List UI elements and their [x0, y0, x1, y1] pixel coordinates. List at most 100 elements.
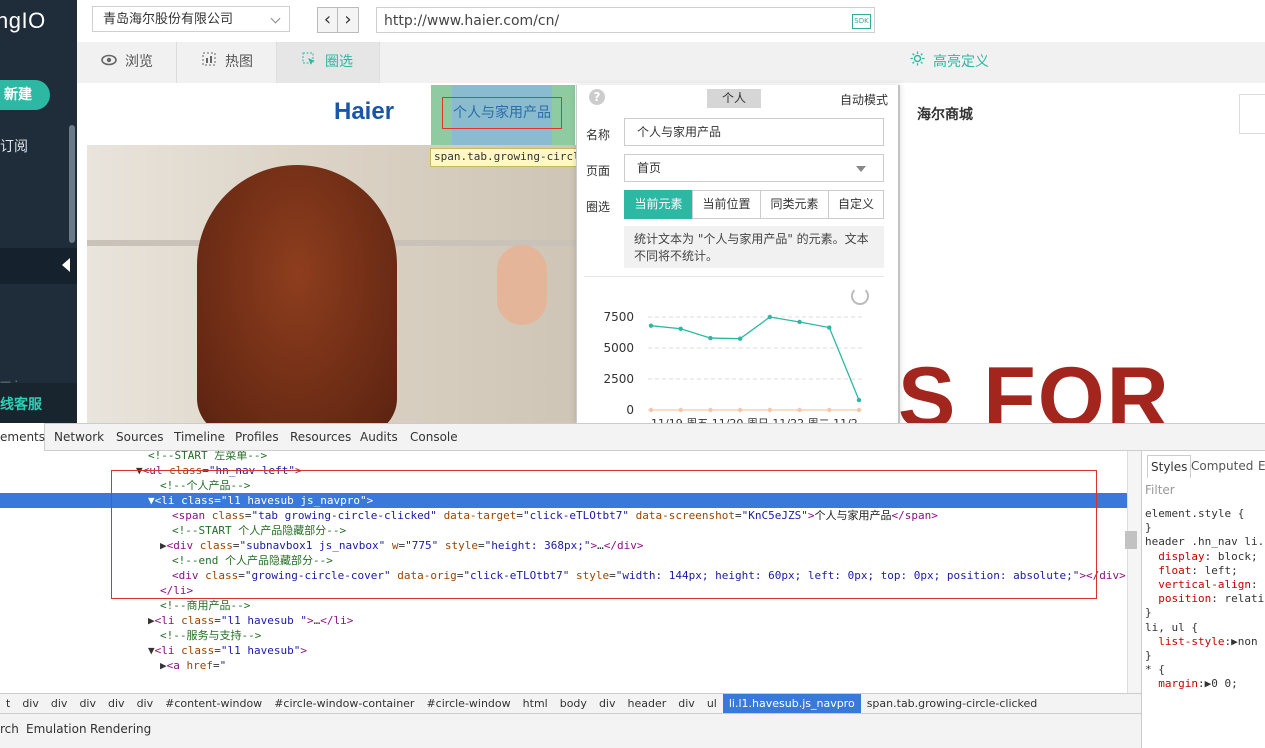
style-rule-line[interactable]: margin:▶0 0;	[1145, 677, 1238, 691]
drawer-tab-rendering[interactable]: Rendering	[90, 722, 151, 736]
breadcrumb-item[interactable]: div	[102, 694, 131, 713]
nav-item-personal-products[interactable]: 个人与家用产品	[442, 97, 562, 129]
breadcrumb-item[interactable]: span.tab.growing-circle-clicked	[861, 694, 1044, 713]
highlight-definitions-toggle[interactable]: 高亮定义	[910, 42, 989, 83]
name-input[interactable]: 个人与家用产品	[624, 118, 884, 146]
dom-node[interactable]: <!--START 左菜单-->	[0, 451, 267, 463]
breadcrumb-item[interactable]: div	[45, 694, 74, 713]
option-custom[interactable]: 自定义	[828, 190, 884, 219]
style-rule-line[interactable]: * {	[1145, 663, 1165, 677]
dom-node[interactable]: <!--商用产品-->	[0, 598, 250, 613]
option-current-element[interactable]: 当前元素	[624, 190, 693, 219]
tab-circle[interactable]: 圈选	[277, 42, 380, 83]
data-point[interactable]	[678, 407, 683, 413]
devtools-tab-console[interactable]: Console	[410, 423, 458, 451]
person-shape	[197, 165, 397, 423]
dom-node[interactable]: <!--服务与支持-->	[0, 628, 261, 643]
data-point[interactable]	[737, 407, 743, 413]
breadcrumb-item[interactable]: #circle-window	[420, 694, 516, 713]
style-rule-line[interactable]: header .hn_nav li.	[1145, 535, 1264, 549]
online-service-link[interactable]: 线客服	[0, 394, 42, 414]
devtools-tab-timeline[interactable]: Timeline	[174, 423, 225, 451]
drawer-tab-search[interactable]: rch	[0, 722, 19, 736]
data-point[interactable]	[737, 336, 743, 341]
breadcrumb: t div div div div div #content-window #circle-w…	[0, 693, 1141, 713]
tab-heatmap[interactable]: 热图	[177, 42, 277, 83]
computed-tab[interactable]: Computed	[1191, 455, 1253, 477]
dom-scroll-thumb[interactable]	[1125, 531, 1137, 549]
y-tick-label: 5000	[603, 341, 634, 355]
breadcrumb-item[interactable]: div	[131, 694, 160, 713]
dom-node[interactable]: ▶<li class="l1 havesub ">…</li>	[0, 613, 353, 628]
data-point[interactable]	[797, 319, 802, 325]
devtools-tab-audits[interactable]: Audits	[360, 423, 398, 451]
data-point[interactable]	[678, 326, 683, 331]
help-icon[interactable]: ?	[589, 89, 605, 105]
dom-node[interactable]: ▼<li class="l1 havesub">	[0, 643, 307, 658]
style-rule-line[interactable]: display: block;	[1145, 550, 1257, 564]
style-rule-line[interactable]: }	[1145, 649, 1152, 663]
breadcrumb-item[interactable]: ul	[701, 694, 723, 713]
tab-browse[interactable]: 浏览	[77, 42, 177, 83]
collapse-arrow-icon[interactable]	[62, 258, 70, 272]
styles-tab[interactable]: Styles	[1147, 455, 1192, 478]
style-rule-line[interactable]: }	[1145, 521, 1152, 535]
data-point[interactable]	[827, 325, 832, 330]
breadcrumb-item[interactable]: body	[554, 694, 593, 713]
breadcrumb-item[interactable]: #circle-window-container	[268, 694, 420, 713]
devtools-tab-sources[interactable]: Sources	[116, 423, 163, 451]
dom-scrollbar[interactable]	[1127, 451, 1141, 693]
data-point[interactable]	[856, 407, 862, 413]
sidebar-item-subscription[interactable]: 订阅	[0, 136, 28, 156]
scope-toggle[interactable]: 个人	[707, 89, 761, 108]
data-point[interactable]	[856, 397, 862, 403]
event-listeners-tab[interactable]: E	[1258, 455, 1265, 477]
sdk-icon[interactable]: SDK	[852, 14, 871, 29]
breadcrumb-item[interactable]: div	[672, 694, 701, 713]
url-input[interactable]: http://www.haier.com/cn/	[376, 7, 875, 33]
style-rule-line[interactable]: position: relati	[1145, 592, 1264, 606]
sidebar-scrollbar[interactable]	[69, 125, 75, 243]
breadcrumb-item[interactable]: div	[73, 694, 102, 713]
forward-button[interactable]: ›	[338, 7, 359, 33]
data-point[interactable]	[708, 407, 713, 413]
drawer-tab-emulation[interactable]: Emulation	[26, 722, 87, 736]
devtools-tab-network[interactable]: Network	[54, 423, 104, 451]
breadcrumb-item[interactable]: html	[517, 694, 554, 713]
data-point[interactable]	[648, 407, 654, 413]
data-point[interactable]	[648, 323, 654, 328]
breadcrumb-item[interactable]: header	[622, 694, 673, 713]
new-button[interactable]: 新建	[0, 80, 50, 110]
breadcrumb-item[interactable]: div	[593, 694, 622, 713]
y-tick-label: 2500	[603, 372, 634, 386]
circle-select-icon	[301, 42, 317, 83]
data-point[interactable]	[767, 314, 773, 320]
style-rule-line[interactable]: vertical-align:	[1145, 578, 1257, 592]
data-point[interactable]	[767, 407, 773, 413]
breadcrumb-item[interactable]: t	[0, 694, 16, 713]
devtools-tab-resources[interactable]: Resources	[290, 423, 351, 451]
style-rule-line[interactable]: float: left;	[1145, 564, 1237, 578]
breadcrumb-item[interactable]: #content-window	[159, 694, 268, 713]
style-rule-line[interactable]: list-style:▶non	[1145, 635, 1257, 649]
nav-item-mall[interactable]: 海尔商城	[917, 104, 973, 124]
style-rule-line[interactable]: li, ul {	[1145, 621, 1198, 635]
style-rule-line[interactable]: }	[1145, 606, 1152, 620]
option-similar-elements[interactable]: 同类元素	[760, 190, 829, 219]
style-rule-line[interactable]: element.style {	[1145, 507, 1244, 521]
back-button[interactable]: ‹	[317, 7, 338, 33]
styles-filter-input[interactable]: Filter	[1145, 483, 1175, 497]
auto-mode-link[interactable]: 自动模式	[840, 91, 888, 108]
devtools-tab-elements[interactable]: ements	[0, 423, 45, 451]
data-point[interactable]	[827, 407, 832, 413]
dom-node[interactable]: ▶<a href="	[0, 658, 226, 673]
breadcrumb-item[interactable]: li.l1.havesub.js_navpro	[722, 694, 861, 713]
data-point[interactable]	[797, 407, 802, 413]
site-search-box[interactable]	[1239, 94, 1265, 134]
breadcrumb-item[interactable]: div	[16, 694, 45, 713]
option-current-position[interactable]: 当前位置	[692, 190, 761, 219]
site-select[interactable]: 青岛海尔股份有限公司	[92, 6, 290, 32]
devtools-tab-profiles[interactable]: Profiles	[235, 423, 279, 451]
data-point[interactable]	[708, 335, 713, 341]
page-select[interactable]: 首页	[624, 154, 884, 182]
